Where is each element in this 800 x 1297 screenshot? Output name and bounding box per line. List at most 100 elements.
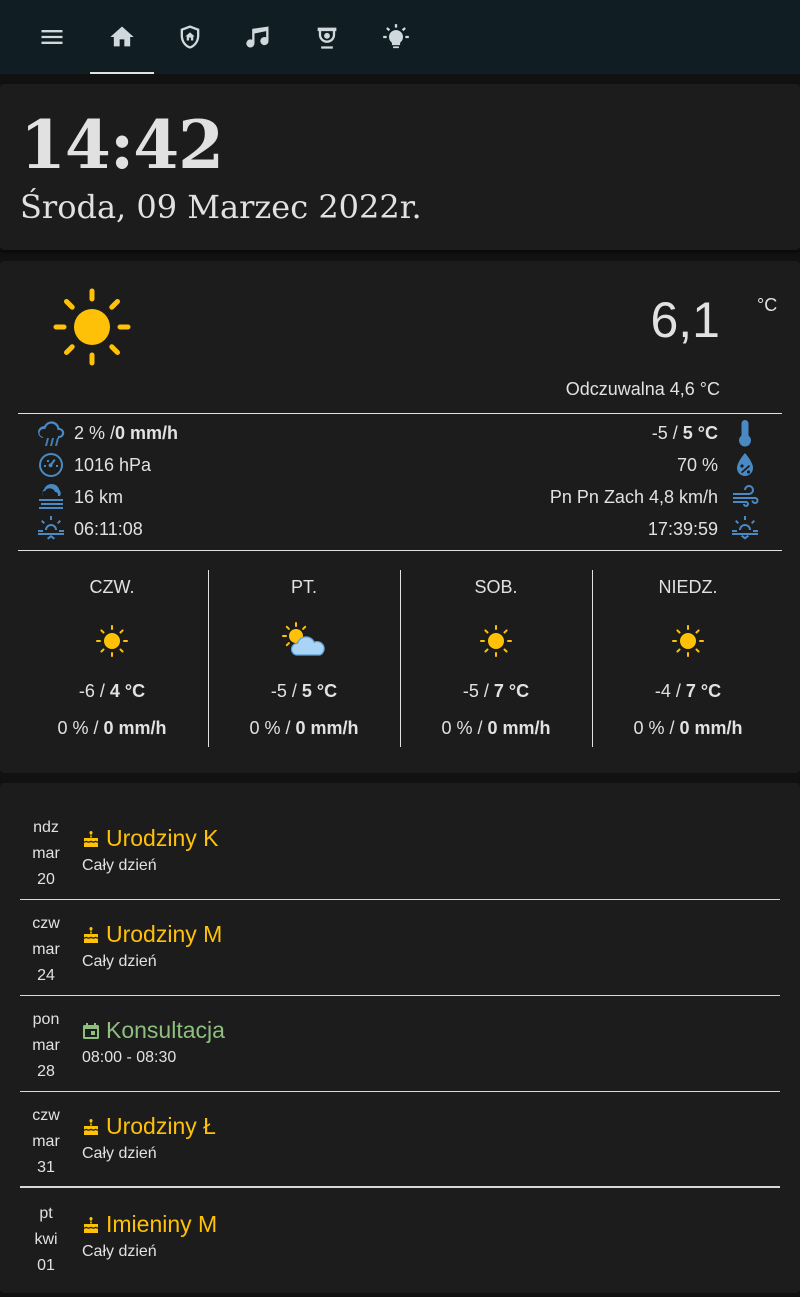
temp-high: 5 °C	[682, 422, 718, 443]
event-time: Cały dzień	[82, 857, 157, 874]
forecast-precipitation: 0 % / 0 mm/h	[249, 718, 359, 738]
wind-icon	[733, 485, 759, 507]
sunny-icon	[480, 625, 512, 657]
forecast-temperature: -6 / 4 °C	[78, 681, 146, 701]
event-title: Urodziny Ł	[82, 1113, 216, 1140]
event-date: pon mar 28	[20, 1007, 72, 1085]
tab-lights[interactable]	[364, 0, 428, 74]
event-month: mar	[32, 1133, 60, 1150]
sunrise-icon	[38, 516, 64, 540]
event-weekday: pt	[39, 1205, 53, 1222]
event-divider	[20, 1186, 780, 1188]
forecast-day-name: CZW.	[89, 577, 135, 597]
clock-time: 14:42	[20, 106, 224, 184]
pressure-value: 1016 hPa	[74, 454, 152, 475]
event-divider	[20, 1091, 780, 1092]
event-title: Imieniny M	[82, 1211, 217, 1238]
event-month: kwi	[34, 1231, 58, 1248]
humidity-icon	[737, 453, 753, 476]
calendar-event[interactable]: pt kwi 01 Imieniny M Cały dzień	[20, 1201, 780, 1297]
thermometer-icon	[739, 420, 751, 447]
event-title-text: Urodziny Ł	[106, 1113, 216, 1139]
cctv-icon	[317, 27, 337, 49]
calendar-event[interactable]: czw mar 31 Urodziny Ł Cały dzień	[20, 1103, 780, 1199]
divider	[18, 413, 782, 414]
rain-probability-icon	[38, 421, 65, 446]
sunset-icon	[732, 516, 758, 540]
forecast-day-name: SOB.	[474, 577, 518, 597]
event-title: Konsultacja	[82, 1017, 225, 1044]
forecast-precipitation: 0 % / 0 mm/h	[57, 718, 167, 738]
tab-security[interactable]	[158, 0, 222, 74]
event-time: Cały dzień	[82, 1243, 157, 1260]
event-day: 31	[37, 1159, 55, 1176]
event-day: 20	[37, 871, 55, 888]
event-title: Urodziny K	[82, 825, 218, 852]
forecast-day: NIEDZ. -4 / 7 °C 0 % / 0 mm/h	[592, 571, 784, 747]
forecast-day: SOB. -5 / 7 °C 0 % / 0 mm/h	[400, 571, 592, 747]
cake-icon	[84, 926, 98, 943]
divider	[18, 550, 782, 551]
forecast-temperature: -4 / 7 °C	[654, 681, 722, 701]
humidity-value: 70 %	[676, 454, 718, 475]
wind-row: Pn Pn Zach 4,8 km/h	[550, 482, 760, 512]
event-month: mar	[32, 845, 60, 862]
event-title: Urodziny M	[82, 921, 222, 948]
calendar-event[interactable]: ndz mar 20 Urodziny K Cały dzień	[20, 815, 780, 911]
event-weekday: ndz	[33, 819, 59, 836]
cake-icon	[84, 1216, 98, 1233]
event-title-text: Imieniny M	[106, 1211, 218, 1237]
event-date: ndz mar 20	[20, 815, 72, 893]
event-date: pt kwi 01	[20, 1201, 72, 1279]
clock-card: 14:42 Środa, 09 Marzec 2022r.	[0, 84, 800, 250]
tab-cameras[interactable]	[295, 0, 359, 74]
menu-button[interactable]	[20, 0, 84, 74]
calendar-event[interactable]: czw mar 24 Urodziny M Cały dzień	[20, 911, 780, 1007]
precipitation-probability: 2 % /	[74, 422, 116, 443]
cake-icon	[84, 830, 98, 847]
tab-home[interactable]	[90, 0, 154, 74]
temperature-range-row: -5 / 5 °C	[652, 418, 760, 448]
visibility-value: 16 km	[74, 486, 124, 507]
wind-value: Pn Pn Zach 4,8 km/h	[549, 486, 718, 507]
sunrise-time: 06:11:08	[74, 518, 143, 539]
precipitation-amount: 0 mm/h	[115, 422, 179, 443]
event-time: Cały dzień	[82, 953, 157, 970]
lightbulb-icon	[383, 24, 409, 49]
event-weekday: pon	[32, 1011, 60, 1028]
forecast-precipitation: 0 % / 0 mm/h	[633, 718, 743, 738]
humidity-row: 70 %	[677, 450, 760, 480]
weather-card[interactable]: 6,1 °C Odczuwalna 4,6 °C 2 % / 0 mm/h 10…	[0, 261, 800, 773]
calendar-icon	[83, 1022, 99, 1039]
sunrise-row: 06:11:08	[36, 514, 143, 544]
event-time: Cały dzień	[82, 1145, 157, 1162]
forecast-day-name: PT.	[290, 577, 317, 597]
calendar-card: ndz mar 20 Urodziny K Cały dzień czw mar…	[0, 783, 800, 1293]
event-time: 08:00 - 08:30	[82, 1049, 177, 1066]
active-tab-indicator	[90, 72, 154, 74]
event-day: 24	[37, 967, 55, 984]
event-month: mar	[32, 941, 60, 958]
partly-cloudy-icon	[282, 622, 325, 656]
calendar-event[interactable]: pon mar 28 Konsultacja 08:00 - 08:30	[20, 1007, 780, 1103]
event-divider	[20, 899, 780, 900]
event-title-text: Urodziny K	[106, 825, 219, 851]
forecast-temperature: -5 / 7 °C	[462, 681, 530, 701]
music-note-icon	[246, 26, 269, 48]
clock-date: Środa, 09 Marzec 2022r.	[20, 188, 422, 226]
tab-music[interactable]	[226, 0, 290, 74]
event-title-text: Urodziny M	[106, 921, 223, 947]
precipitation-row: 2 % / 0 mm/h	[36, 418, 178, 448]
forecast-temperature: -5 / 5 °C	[270, 681, 338, 701]
menu-icon	[41, 30, 63, 44]
pressure-gauge-icon	[39, 453, 63, 477]
event-date: czw mar 31	[20, 1103, 72, 1181]
event-weekday: czw	[32, 915, 60, 932]
home-icon	[110, 26, 134, 47]
forecast-day-name: NIEDZ.	[658, 577, 718, 597]
visibility-fog-icon	[39, 483, 63, 509]
sunset-time: 17:39:59	[647, 518, 718, 539]
visibility-row: 16 km	[36, 482, 123, 512]
sunny-icon	[53, 288, 131, 366]
current-temperature: 6,1	[650, 292, 720, 348]
